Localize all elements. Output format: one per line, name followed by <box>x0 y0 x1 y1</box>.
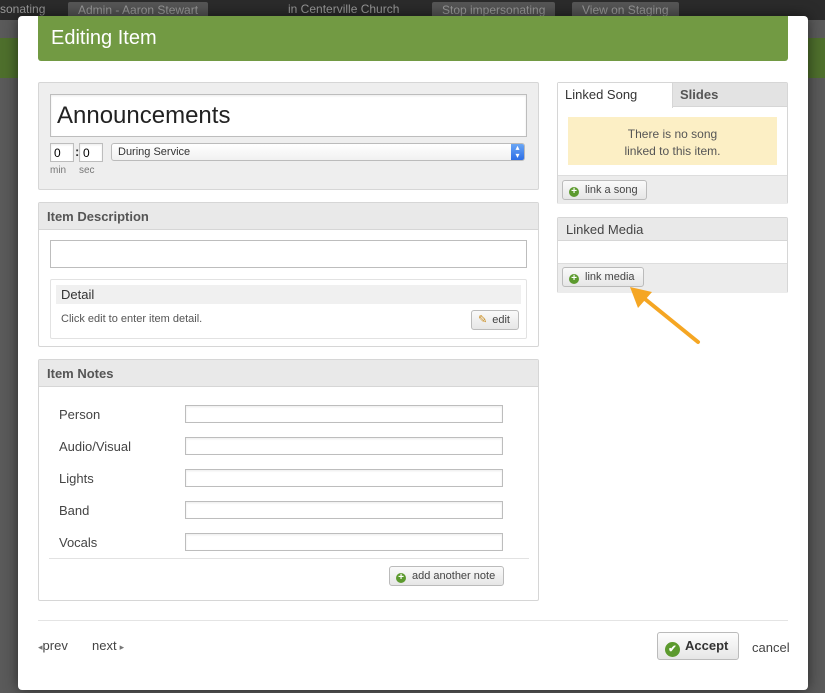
next-link[interactable]: next ▸ <box>92 638 124 653</box>
song-tabs: Linked Song Slides <box>558 83 787 108</box>
detail-box: Detail Click edit to enter item detail. … <box>50 279 527 339</box>
edit-detail-button[interactable]: ✎ edit <box>471 310 519 330</box>
check-circle-icon: ✔ <box>665 642 680 657</box>
detail-title: Detail <box>56 285 521 304</box>
note-input-audio-visual[interactable] <box>185 437 503 455</box>
item-description-panel: Item Description Detail Click edit to en… <box>38 202 539 347</box>
note-label-audio-visual: Audio/Visual <box>59 439 132 454</box>
accept-label: Accept <box>685 638 729 653</box>
tab-linked-song[interactable]: Linked Song <box>558 83 673 108</box>
no-song-line-2: linked to this item. <box>624 144 721 158</box>
minutes-input[interactable] <box>50 143 74 162</box>
item-description-textarea[interactable] <box>50 240 527 268</box>
linked-media-panel: Linked Media + link media <box>557 217 788 293</box>
linked-media-title: Linked Media <box>558 218 787 241</box>
detail-text: Click edit to enter item detail. <box>61 313 203 325</box>
note-input-band[interactable] <box>185 501 503 519</box>
linked-song-panel: Linked Song Slides There is no song link… <box>557 82 788 204</box>
link-media-label: link media <box>585 271 635 283</box>
item-notes-panel: Item Notes Person Audio/Visual Lights Ba… <box>38 359 539 601</box>
note-label-vocals: Vocals <box>59 535 98 550</box>
plus-circle-icon: + <box>569 274 579 284</box>
add-another-note-button[interactable]: + add another note <box>389 566 505 586</box>
item-notes-title: Item Notes <box>39 360 538 387</box>
note-input-lights[interactable] <box>185 469 503 487</box>
add-note-label: add another note <box>412 570 496 582</box>
link-song-label: link a song <box>585 184 638 196</box>
item-description-title: Item Description <box>39 203 538 230</box>
notes-divider <box>49 558 529 559</box>
link-song-button[interactable]: + link a song <box>562 180 647 200</box>
seconds-input[interactable] <box>79 143 103 162</box>
pencil-icon: ✎ <box>478 314 488 326</box>
prev-link[interactable]: ◂prev <box>38 638 68 653</box>
cancel-link[interactable]: cancel <box>752 640 790 655</box>
timing-select[interactable]: During Service ▴ ▾ <box>111 143 525 161</box>
edit-label: edit <box>492 314 510 326</box>
note-label-person: Person <box>59 407 101 422</box>
timing-selected-value: During Service <box>118 146 191 158</box>
no-song-notice: There is no song linked to this item. <box>568 117 777 165</box>
plus-circle-icon: + <box>396 573 406 583</box>
modal-title: Editing Item <box>38 16 788 61</box>
prev-label: prev <box>42 638 68 653</box>
annotation-arrow-icon <box>630 287 700 344</box>
no-song-line-1: There is no song <box>627 127 718 141</box>
min-label: min <box>50 165 67 176</box>
next-label: next <box>92 638 117 653</box>
select-arrows-icon: ▴ ▾ <box>511 144 524 160</box>
item-name-panel: : min sec During Service ▴▾ <box>38 82 539 190</box>
footer-divider <box>38 620 788 621</box>
editing-item-modal: Editing Item : min sec During Service ▴▾… <box>18 16 808 690</box>
note-input-person[interactable] <box>185 405 503 423</box>
church-label: in Centerville Church <box>288 2 400 16</box>
note-label-band: Band <box>59 503 90 518</box>
sec-label: sec <box>79 165 95 176</box>
impersonating-text: sonating <box>0 2 46 16</box>
tab-slides[interactable]: Slides <box>680 83 718 107</box>
accept-button[interactable]: ✔ Accept <box>657 632 739 660</box>
chevron-right-icon: ▸ <box>119 642 125 652</box>
note-input-vocals[interactable] <box>185 533 503 551</box>
note-label-lights: Lights <box>59 471 94 486</box>
plus-circle-icon: + <box>569 187 579 197</box>
item-name-input[interactable] <box>50 94 527 137</box>
